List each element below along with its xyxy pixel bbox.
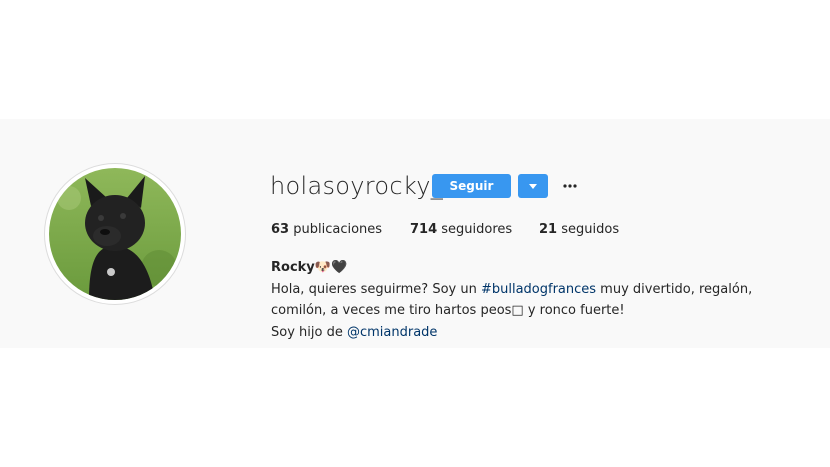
following-count: 21 bbox=[539, 222, 558, 237]
followers-stat[interactable]: 714 seguidores bbox=[410, 220, 512, 240]
bio-line1-prefix: Hola, quieres seguirme? Soy un bbox=[271, 281, 481, 297]
profile-bio: Rocky🐶🖤 Hola, quieres seguirme? Soy un #… bbox=[271, 257, 811, 343]
triangle-down-icon bbox=[529, 183, 537, 189]
profile-username: holasoyrocky_ bbox=[270, 172, 444, 200]
followers-count: 714 bbox=[410, 222, 438, 237]
following-label: seguidos bbox=[561, 222, 620, 237]
hashtag-link[interactable]: #bulladogfrances bbox=[481, 282, 596, 297]
more-options-icon bbox=[563, 184, 577, 188]
follow-button[interactable]: Seguir bbox=[432, 174, 511, 198]
following-stat[interactable]: 21 seguidos bbox=[539, 220, 619, 240]
posts-stat[interactable]: 63 publicaciones bbox=[271, 220, 382, 240]
mention-link[interactable]: @cmiandrade bbox=[347, 325, 437, 340]
bio-parent-line: Soy hijo de @cmiandrade bbox=[271, 322, 811, 344]
posts-count: 63 bbox=[271, 222, 290, 237]
profile-avatar[interactable] bbox=[44, 163, 186, 305]
more-options-button[interactable] bbox=[560, 178, 580, 194]
posts-label: publicaciones bbox=[293, 222, 383, 237]
bio-name-line: Rocky🐶🖤 bbox=[271, 257, 811, 279]
followers-label: seguidores bbox=[441, 222, 513, 237]
bio-name: Rocky bbox=[271, 260, 315, 275]
bio-name-emoji: 🐶🖤 bbox=[314, 260, 348, 275]
bio-description: Hola, quieres seguirme? Soy un #bulladog… bbox=[271, 279, 811, 322]
bio-line2-prefix: Soy hijo de bbox=[271, 324, 347, 340]
suggestions-dropdown-button[interactable] bbox=[518, 174, 548, 198]
dog-photo-avatar bbox=[49, 168, 181, 300]
